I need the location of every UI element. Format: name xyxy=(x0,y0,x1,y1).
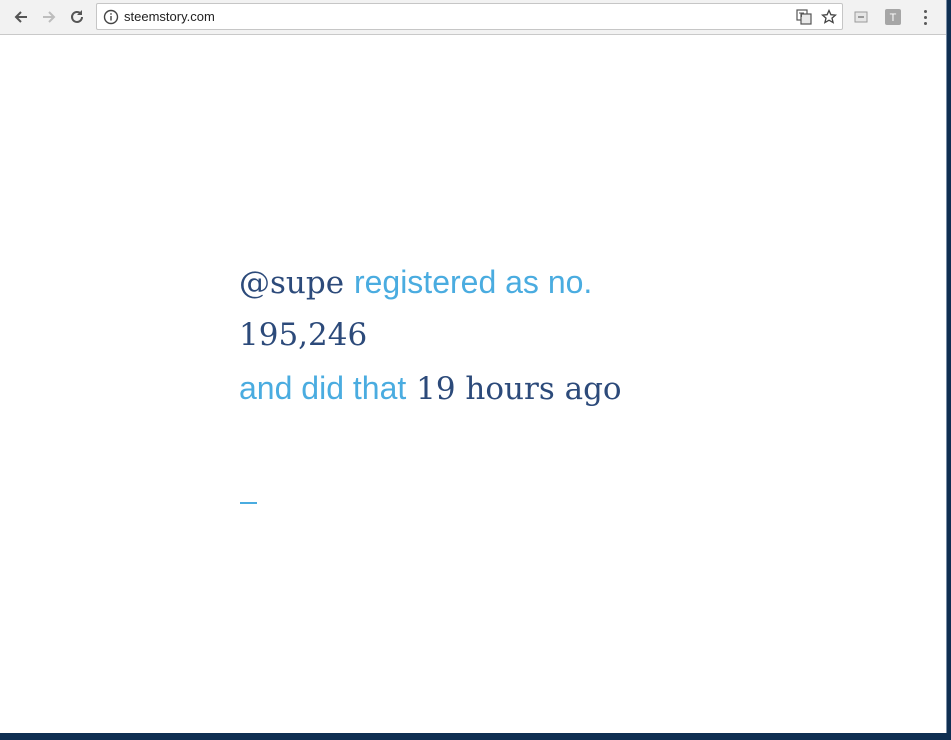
info-icon[interactable] xyxy=(103,9,119,25)
more-vert-dot xyxy=(923,21,927,25)
extension-button[interactable]: T xyxy=(885,9,901,25)
text-cursor xyxy=(240,502,257,504)
registration-story: @supe registered as no. 195,246 and did … xyxy=(239,256,622,415)
reload-button[interactable] xyxy=(65,5,89,29)
forward-button[interactable] xyxy=(37,5,61,29)
more-vert-dot xyxy=(923,15,927,19)
registration-number: 195,246 xyxy=(239,317,368,353)
username[interactable]: @supe xyxy=(239,265,344,301)
extension-label: T xyxy=(890,12,897,24)
star-icon xyxy=(821,9,837,24)
forward-arrow-icon xyxy=(43,11,56,23)
back-button[interactable] xyxy=(9,5,33,29)
story-line-1: @supe registered as no. xyxy=(239,256,622,309)
did-text: and did that xyxy=(239,370,407,406)
story-line-3: and did that 19 hours ago xyxy=(239,362,622,415)
cast-button[interactable] xyxy=(853,9,869,25)
story-line-2: 195,246 xyxy=(239,309,622,362)
browser-window: steemstory.com T @supe registered as no.… xyxy=(0,0,947,733)
url-text[interactable]: steemstory.com xyxy=(124,9,215,24)
reload-icon xyxy=(71,10,83,23)
address-bar[interactable]: steemstory.com xyxy=(96,3,843,30)
registered-text: registered as no. xyxy=(353,264,593,300)
bookmark-button[interactable] xyxy=(820,8,838,26)
translate-icon xyxy=(796,9,812,25)
cast-icon xyxy=(854,11,868,23)
translate-button[interactable] xyxy=(795,8,813,26)
page-content: @supe registered as no. 195,246 and did … xyxy=(4,36,944,729)
menu-button[interactable] xyxy=(916,6,934,28)
browser-toolbar: steemstory.com T xyxy=(0,0,946,35)
extension-icon: T xyxy=(885,9,901,25)
time-ago: 19 hours ago xyxy=(416,371,622,407)
back-arrow-icon xyxy=(14,11,27,23)
more-vert-icon xyxy=(923,9,927,13)
